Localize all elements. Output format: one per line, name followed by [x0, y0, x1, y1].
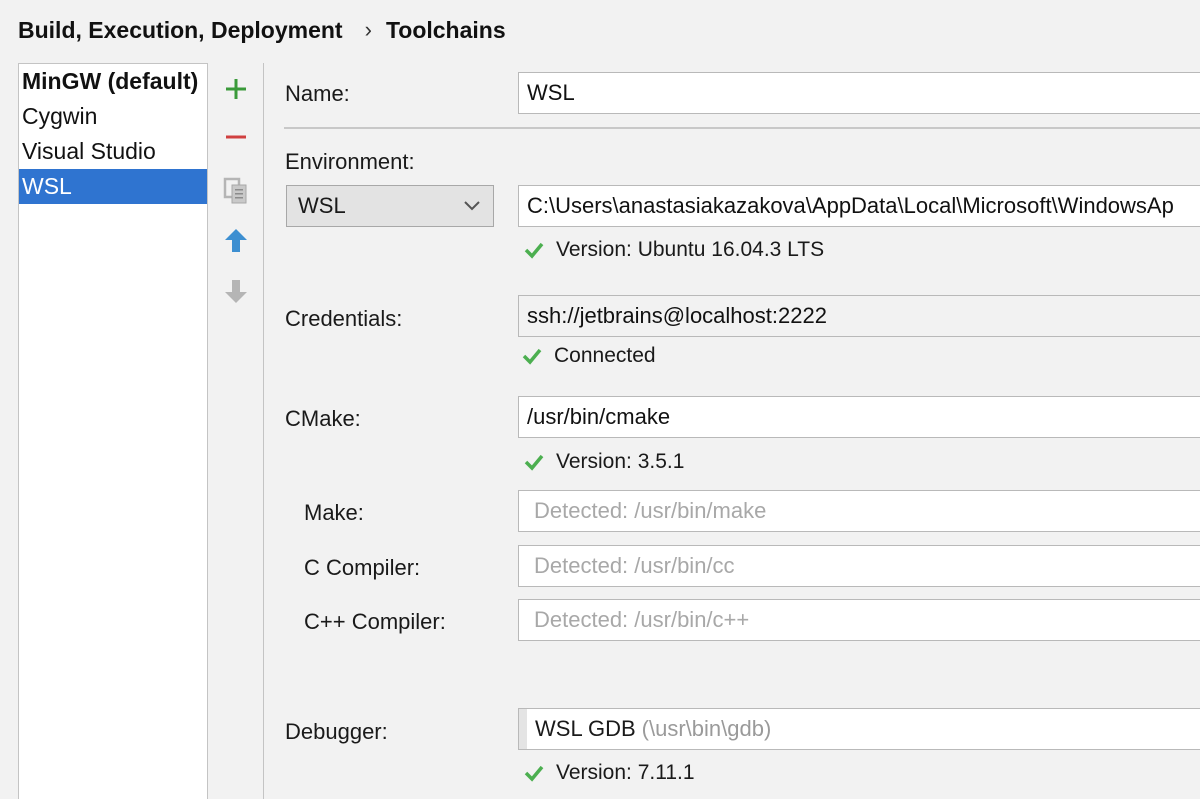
credentials-label: Credentials: [285, 306, 403, 331]
environment-select-value: WSL [298, 193, 346, 218]
debugger-label: Debugger: [285, 719, 388, 744]
move-down-button[interactable] [220, 275, 252, 307]
check-icon [524, 454, 544, 471]
breadcrumb-parent[interactable]: Build, Execution, Deployment [18, 17, 343, 44]
check-icon [524, 242, 544, 259]
add-toolchain-button[interactable] [220, 73, 252, 105]
toolchain-item-wsl[interactable]: WSL [19, 169, 207, 204]
copy-toolchain-button[interactable] [220, 175, 252, 207]
cmake-label: CMake: [285, 406, 361, 431]
environment-status: Version: Ubuntu 16.04.3 LTS [524, 238, 824, 262]
environment-status-text: Version: Ubuntu 16.04.3 LTS [556, 238, 825, 261]
debugger-path: (\usr\bin\gdb) [641, 716, 772, 741]
environment-select[interactable]: WSL [286, 185, 494, 227]
check-icon [522, 348, 542, 365]
c-compiler-input[interactable]: Detected: /usr/bin/cc [518, 545, 1200, 587]
debugger-status: Version: 7.11.1 [524, 761, 695, 785]
remove-toolchain-button[interactable] [220, 121, 252, 153]
debugger-select[interactable]: WSL GDB (\usr\bin\gdb) [518, 708, 1200, 750]
chevron-down-icon [464, 201, 480, 211]
copy-icon [223, 177, 247, 204]
c-compiler-label: C Compiler: [304, 555, 421, 580]
divider [284, 127, 1200, 129]
arrow-down-icon [225, 280, 247, 303]
breadcrumb: Build, Execution, Deployment › Toolchain… [18, 14, 506, 46]
cmake-input[interactable]: /usr/bin/cmake [518, 396, 1200, 438]
arrow-up-icon [225, 229, 247, 252]
minus-icon [226, 135, 246, 139]
name-input[interactable]: WSL [518, 72, 1200, 114]
credentials-status-text: Connected [554, 344, 656, 367]
breadcrumb-separator-icon: › [364, 17, 372, 42]
environment-label: Environment: [285, 149, 415, 174]
toolchain-toolbar [210, 63, 264, 799]
credentials-status: Connected [522, 344, 656, 368]
debugger-status-text: Version: 7.11.1 [556, 761, 695, 784]
debugger-select-grip [519, 709, 527, 749]
breadcrumb-current: Toolchains [385, 16, 506, 43]
check-icon [524, 765, 544, 782]
cpp-compiler-label: C++ Compiler: [304, 609, 446, 634]
environment-path-input[interactable]: C:\Users\anastasiakazakova\AppData\Local… [518, 185, 1200, 227]
toolchain-item-visual-studio[interactable]: Visual Studio [19, 134, 207, 169]
make-label: Make: [304, 500, 364, 525]
plus-icon [226, 79, 246, 99]
debugger-value: WSL GDB [535, 716, 636, 741]
cmake-status: Version: 3.5.1 [524, 450, 684, 474]
credentials-field[interactable]: ssh://jetbrains@localhost:2222 [518, 295, 1200, 337]
make-input[interactable]: Detected: /usr/bin/make [518, 490, 1200, 532]
name-label: Name: [285, 81, 350, 106]
toolchain-list: MinGW (default) Cygwin Visual Studio WSL [18, 63, 208, 799]
toolchains-settings-page: Build, Execution, Deployment › Toolchain… [0, 0, 1200, 799]
toolchain-item-cygwin[interactable]: Cygwin [19, 99, 207, 134]
cpp-compiler-input[interactable]: Detected: /usr/bin/c++ [518, 599, 1200, 641]
toolchain-item-mingw[interactable]: MinGW (default) [19, 64, 207, 99]
cmake-status-text: Version: 3.5.1 [556, 450, 685, 473]
move-up-button[interactable] [220, 225, 252, 257]
